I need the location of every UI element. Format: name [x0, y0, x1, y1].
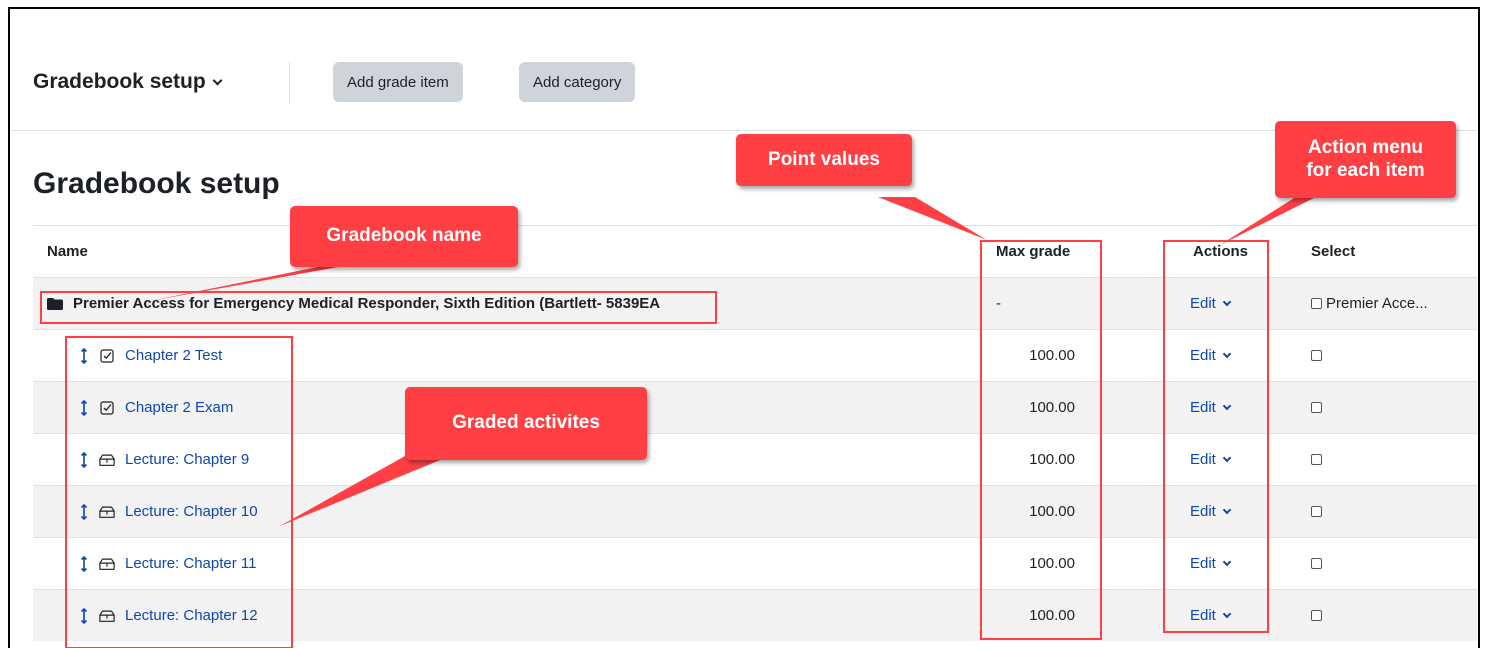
screenshot-frame: Gradebook setup Add grade item Add categ… — [8, 7, 1480, 648]
callout-action-menu: Action menu for each item — [1275, 121, 1456, 198]
callout-point-values: Point values — [736, 134, 912, 186]
callout-arrows — [150, 174, 1362, 526]
callout-action-menu-line1: Action menu — [1307, 136, 1424, 158]
callout-gradebook-name: Gradebook name — [290, 206, 518, 267]
callout-action-menu-line2: for each item — [1306, 159, 1425, 181]
callout-graded-activities: Graded activites — [405, 387, 647, 460]
